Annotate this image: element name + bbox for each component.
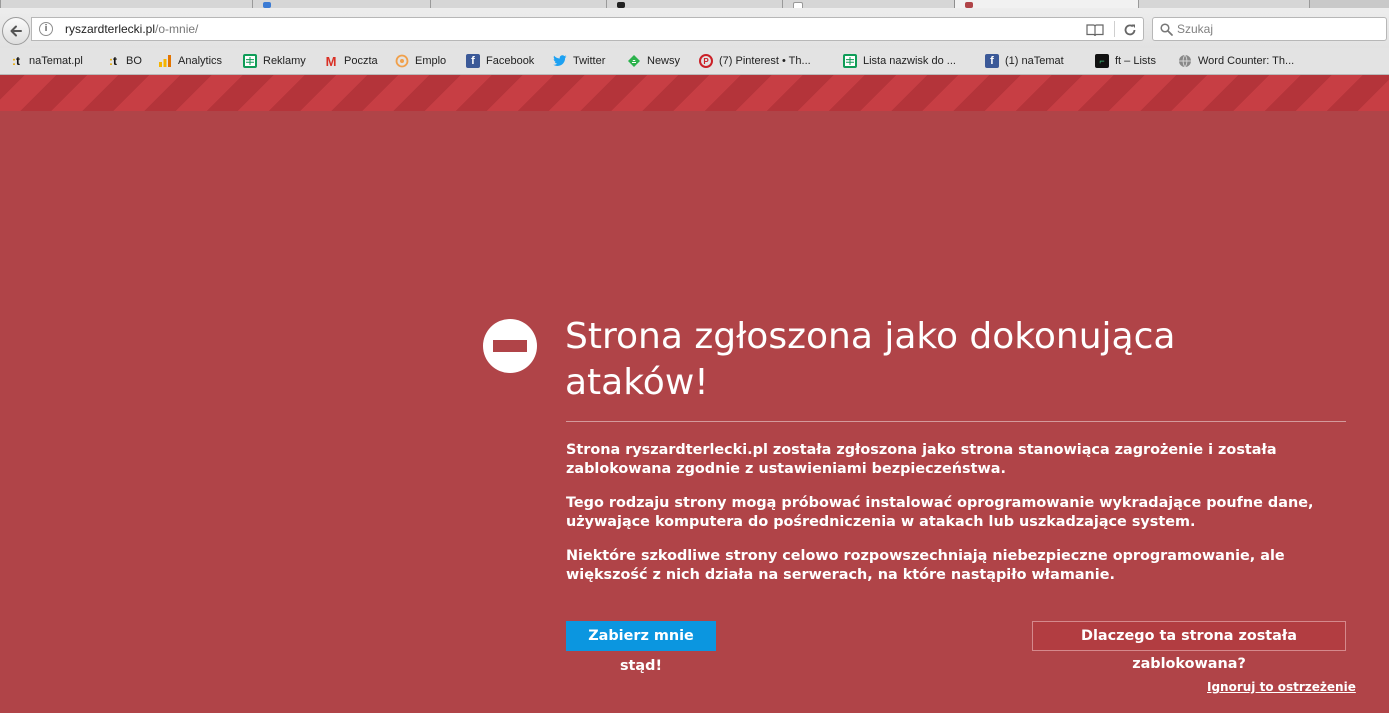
bookmark-label: BO [126,55,142,67]
why-blocked-button[interactable]: Dlaczego ta strona została zablokowana? [1032,621,1346,672]
browser-tab[interactable] [252,0,432,8]
search-icon [1160,23,1173,36]
get-me-out-button[interactable]: Zabierz mnie stąd! [566,621,716,674]
bookmark-label: Emplo [415,55,447,67]
bookmark-label: Poczta [344,55,378,67]
bookmark-newsy[interactable]: Newsy [627,53,680,69]
bookmark-lista-nazwisk[interactable]: Lista nazwisk do ... [843,53,956,69]
bookmark-facebook[interactable]: f Facebook [466,53,534,69]
bookmark-pinterest[interactable]: P (7) Pinterest • Th... [699,53,811,69]
ft-icon: ⌐ [1095,54,1109,68]
gmail-icon: M [325,53,337,69]
bookmark-label: Reklamy [263,55,306,67]
back-arrow-icon [10,25,22,37]
warning-stripe-band [0,75,1389,111]
bookmark-label: Facebook [486,55,535,67]
reader-view-icon[interactable] [1086,23,1104,37]
title-divider [566,421,1346,422]
info-icon[interactable]: i [39,22,53,36]
back-button[interactable] [2,17,30,45]
warning-title: Strona zgłoszona jako dokonująca ataków! [565,316,1176,403]
bookmark-label: Word Counter: Th... [1198,55,1295,67]
bookmark-label: Analytics [178,55,223,67]
bookmark-twitter[interactable]: Twitter [553,53,605,69]
url-bar[interactable]: i ryszardterlecki.pl/o-mnie/ [31,17,1144,41]
warning-paragraph: Strona ryszardterlecki.pl została zgłosz… [566,442,1277,477]
natemat-icon: :t [109,54,117,68]
search-input[interactable] [1177,21,1377,37]
search-bar[interactable] [1152,17,1387,41]
bookmarks-bar: :t naTemat.pl :t BO Analytics Reklamy M … [0,48,1389,75]
analytics-icon [158,54,172,68]
bookmark-bo[interactable]: :t BO [106,53,142,69]
bookmark-natemat-facebook[interactable]: f (1) naTemat [985,53,1064,69]
bookmark-natemat[interactable]: :t naTemat.pl [9,53,83,69]
feedly-icon [627,54,641,68]
sheets-icon [243,54,257,68]
url-path: /o-mnie/ [155,22,199,36]
bookmark-label: Newsy [647,55,681,67]
natemat-icon: :t [12,54,20,68]
browser-tab[interactable] [606,0,784,8]
twitter-icon [553,54,567,68]
bookmark-ft-lists[interactable]: ⌐ ft – Lists [1095,53,1156,69]
url-domain: ryszardterlecki.pl [65,22,156,36]
facebook-icon: f [985,54,999,68]
facebook-icon: f [466,54,480,68]
ignore-warning-link[interactable]: Ignoruj to ostrzeżenie [1207,680,1356,694]
bookmark-label: (1) naTemat [1005,55,1064,67]
sheets-icon [843,54,857,68]
bookmark-label: (7) Pinterest • Th... [719,55,811,67]
warning-paragraph: Niektóre szkodliwe strony celowo rozpows… [566,548,1285,583]
bookmark-analytics[interactable]: Analytics [158,53,222,69]
bookmark-reklamy[interactable]: Reklamy [243,53,306,69]
navigation-toolbar: i ryszardterlecki.pl/o-mnie/ [0,8,1389,48]
stop-icon [483,319,537,373]
bookmark-label: Twitter [573,55,606,67]
browser-tab[interactable] [1138,0,1310,8]
url-bar-separator [1114,21,1115,37]
warning-paragraph: Tego rodzaju strony mogą próbować instal… [566,495,1314,530]
browser-tab[interactable] [430,0,608,8]
browser-tab-active[interactable] [954,0,1140,8]
pinterest-icon: P [699,54,713,68]
bookmark-word-counter[interactable]: Word Counter: Th... [1178,53,1294,69]
globe-icon [1178,54,1192,68]
bookmark-poczta[interactable]: M Poczta [324,53,378,69]
url-text[interactable]: ryszardterlecki.pl/o-mnie/ [65,22,198,36]
browser-tab[interactable] [0,0,254,8]
bookmark-emplo[interactable]: Emplo [395,53,446,69]
bookmark-label: ft – Lists [1115,55,1156,67]
emplo-icon [395,54,409,68]
bookmark-label: Lista nazwisk do ... [863,55,956,67]
reload-icon[interactable] [1123,23,1137,37]
bookmark-label: naTemat.pl [29,55,83,67]
browser-tab[interactable] [782,0,956,10]
